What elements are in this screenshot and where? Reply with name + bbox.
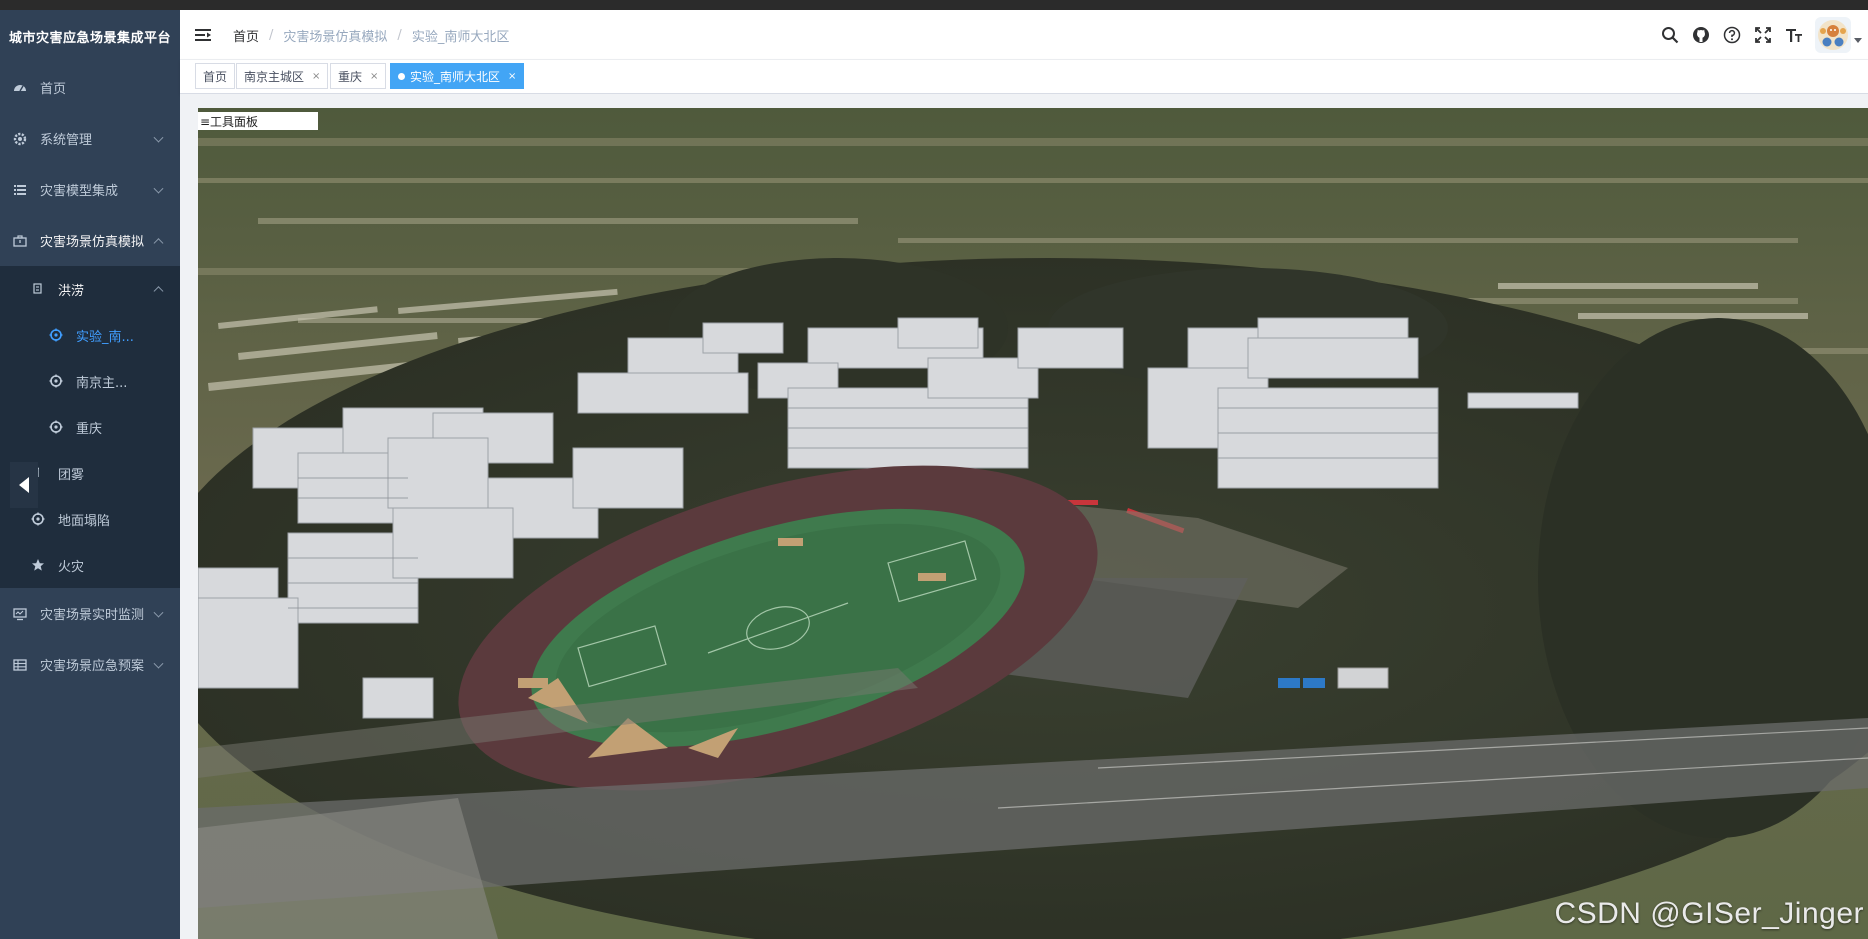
caret-left-icon xyxy=(17,476,31,494)
sidebar-item-label: 灾害场景仿真模拟 xyxy=(40,235,145,250)
fullscreen-icon[interactable] xyxy=(1752,24,1774,46)
sidebar-item-label: 首页 xyxy=(40,82,67,97)
tag-nanjing-main[interactable]: 南京主城区 × xyxy=(236,63,329,89)
sidebar-item-label: 洪涝 xyxy=(58,283,85,299)
dashboard-icon xyxy=(12,80,28,96)
sidebar-item-nanjing-main[interactable]: 南京主... xyxy=(0,358,180,404)
tool-panel-toggle[interactable]: ≡工具面板 xyxy=(198,112,318,130)
breadcrumb-separator: / xyxy=(269,28,274,43)
help-icon[interactable] xyxy=(1721,24,1743,46)
chevron-up-icon xyxy=(153,237,164,248)
breadcrumb: 首页 / 灾害场景仿真模拟 / 实验_南师大北区 xyxy=(233,26,509,45)
chevron-up-icon xyxy=(153,286,164,297)
sidebar-item-label: 重庆 xyxy=(76,421,103,437)
table-icon xyxy=(12,657,28,673)
flood-icon xyxy=(30,281,46,297)
breadcrumb-current: 实验_南师大北区 xyxy=(411,30,510,45)
sidebar-item-fire[interactable]: 火灾 xyxy=(0,542,180,588)
crosshair-icon xyxy=(30,511,46,527)
crosshair-icon xyxy=(48,419,64,435)
sidebar-item-home[interactable]: 首页 xyxy=(0,62,180,113)
chevron-down-icon xyxy=(153,658,164,669)
sidebar-item-scene-simulation[interactable]: 灾害场景仿真模拟 xyxy=(0,215,180,266)
watermark: CSDN @GISer_Jinger xyxy=(1554,897,1864,930)
sidebar-item-label: 火灾 xyxy=(58,559,85,575)
tag-chongqing[interactable]: 重庆 × xyxy=(330,63,387,89)
navbar: 首页 / 灾害场景仿真模拟 / 实验_南师大北区 xyxy=(180,10,1868,60)
chevron-down-icon xyxy=(153,183,164,194)
chevron-down-icon xyxy=(153,132,164,143)
sidebar-item-label: 团雾 xyxy=(58,467,85,483)
tag-nanshi-north[interactable]: 实验_南师大北区 × xyxy=(390,63,525,89)
close-icon[interactable]: × xyxy=(370,71,378,82)
monitor-icon xyxy=(12,606,28,622)
tag-label: 实验_南师大北区 xyxy=(410,69,501,84)
tag-label: 首页 xyxy=(203,69,228,84)
breadcrumb-separator: / xyxy=(397,28,402,43)
github-icon[interactable] xyxy=(1690,24,1712,46)
caret-down-icon[interactable] xyxy=(1854,37,1862,43)
font-size-icon[interactable] xyxy=(1783,24,1805,46)
breadcrumb-scene-simulation[interactable]: 灾害场景仿真模拟 xyxy=(283,26,387,45)
sidebar-item-label: 灾害场景实时监测 xyxy=(40,608,145,623)
chevron-down-icon xyxy=(153,607,164,618)
sidebar-item-nanshi-north[interactable]: 实验_南... xyxy=(0,312,180,358)
sidebar-item-label: 系统管理 xyxy=(40,133,93,148)
sidebar-item-label: 实验_南... xyxy=(76,329,134,345)
sidebar-item-flood[interactable]: 洪涝 xyxy=(0,266,180,312)
sidebar-item-realtime-monitoring[interactable]: 灾害场景实时监测 xyxy=(0,588,180,639)
app-title: 城市灾害应急场景集成平台 xyxy=(8,30,171,46)
sidebar-item-label: 地面塌陷 xyxy=(58,513,111,529)
avatar[interactable] xyxy=(1815,17,1851,53)
crosshair-icon xyxy=(48,327,64,343)
tag-label: 重庆 xyxy=(338,69,363,84)
sidebar-item-model-integration[interactable]: 灾害模型集成 xyxy=(0,164,180,215)
close-icon[interactable]: × xyxy=(508,71,516,82)
sidebar-item-label: 灾害场景应急预案 xyxy=(40,659,145,674)
tags-view: 首页 南京主城区 × 重庆 × 实验_南师大北区 × xyxy=(180,60,1868,94)
tag-label: 南京主城区 xyxy=(244,69,305,84)
campus-aerial-view xyxy=(198,108,1868,939)
right-menu xyxy=(1650,17,1862,53)
sidebar-item-system-management[interactable]: 系统管理 xyxy=(0,113,180,164)
breadcrumb-home[interactable]: 首页 xyxy=(233,26,259,45)
gear-icon xyxy=(12,131,28,147)
sidebar-item-emergency-plan[interactable]: 灾害场景应急预案 xyxy=(0,639,180,690)
tag-home[interactable]: 首页 xyxy=(195,63,236,89)
window-top-strip xyxy=(0,0,1868,10)
sidebar-item-chongqing[interactable]: 重庆 xyxy=(0,404,180,450)
3d-scene-viewer[interactable]: ≡工具面板 CSDN @GISer_Jinger xyxy=(198,108,1868,939)
submenu-scene-simulation: 洪涝 实验_南... 南京主... 重庆 团雾 地面塌陷 火灾 xyxy=(0,266,180,588)
search-icon[interactable] xyxy=(1659,24,1681,46)
crosshair-icon xyxy=(48,373,64,389)
toolbox-icon xyxy=(12,233,28,249)
star-icon xyxy=(30,557,46,573)
sidebar: 城市灾害应急场景集成平台 首页 系统管理 灾害模型集成 灾害场景仿真模拟 洪涝 … xyxy=(0,10,180,939)
hamburger-menu-icon[interactable] xyxy=(194,26,212,44)
list-icon xyxy=(12,182,28,198)
app-main: ≡工具面板 CSDN @GISer_Jinger xyxy=(180,94,1868,939)
active-dot-icon xyxy=(398,72,405,80)
sidebar-collapse-button[interactable] xyxy=(10,462,38,508)
sidebar-item-label: 南京主... xyxy=(76,375,128,391)
close-icon[interactable]: × xyxy=(312,71,320,82)
sidebar-item-label: 灾害模型集成 xyxy=(40,184,119,199)
